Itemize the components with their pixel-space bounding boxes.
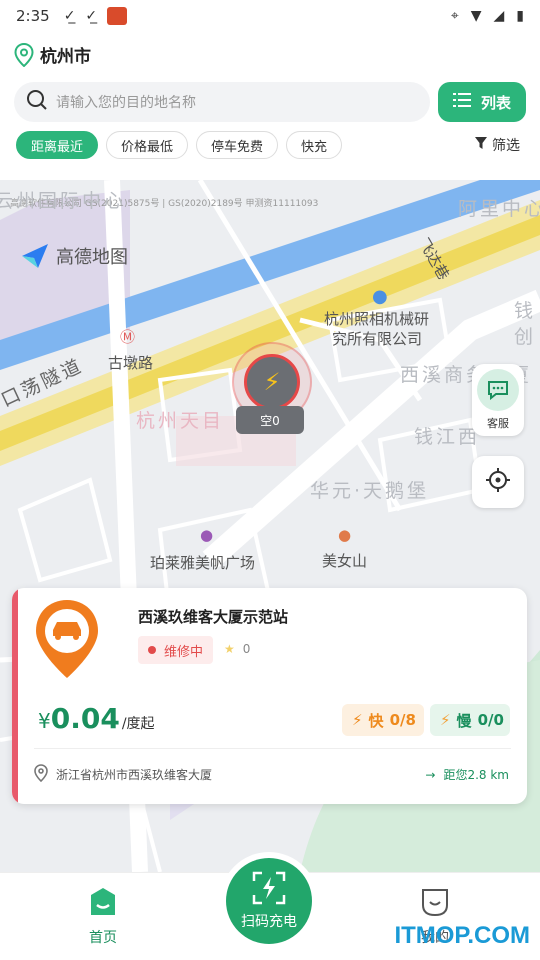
customer-service-button[interactable]: 客服: [472, 364, 524, 436]
map-label-chuang: 创: [514, 326, 537, 348]
status-badge: 维修中: [138, 636, 214, 664]
map-label-gudun: 古墩路: [108, 354, 154, 372]
filter-button[interactable]: 筛选: [474, 135, 520, 155]
search-input[interactable]: 请输入您的目的地名称: [14, 82, 430, 122]
scan-charge-circle: 扫码充电: [226, 858, 312, 944]
list-button-label: 列表: [480, 93, 511, 112]
scan-icon: [252, 871, 286, 909]
home-icon: [87, 887, 119, 921]
slow-charger-count: ⚡ 慢 0/0: [430, 704, 510, 736]
scenic-icon: ●: [338, 526, 352, 544]
poi-pin-icon: ●: [372, 286, 388, 307]
battery-icon: ▮: [516, 8, 524, 24]
card-accent-bar: [12, 588, 18, 804]
station-address: 浙江省杭州市西溪玖维客大厦: [34, 764, 212, 785]
location-pin-icon: [14, 42, 34, 67]
wifi-icon: ▼: [470, 8, 482, 24]
map-label-zhaoxiang-2: 究所有限公司: [332, 330, 423, 348]
chip-nearest[interactable]: 距离最近: [16, 131, 99, 159]
marker-availability-tag: 空0: [236, 406, 304, 434]
chip-lowest-price[interactable]: 价格最低: [106, 131, 189, 159]
address-pin-icon: [34, 764, 48, 785]
fast-count: 0/8: [389, 711, 416, 729]
city-selector[interactable]: 杭州市: [14, 42, 91, 67]
slow-label: 慢: [456, 711, 472, 730]
map-label-tianmu: 杭州天目: [136, 410, 225, 432]
navigate-distance[interactable]: → 距您2.8 km: [425, 766, 509, 783]
customer-service-label: 客服: [487, 417, 509, 430]
fast-label: 快: [368, 711, 384, 730]
station-name: 西溪玖维客大厦示范站: [138, 608, 289, 626]
station-car-pin-icon: [34, 598, 100, 680]
locate-me-button[interactable]: [472, 456, 524, 508]
fast-bolt-icon: ⚡: [352, 711, 363, 729]
gaode-logo-text: 高德地图: [56, 247, 128, 268]
star-icon: ★: [224, 642, 235, 656]
metro-icon: Ⓜ: [120, 328, 136, 346]
distance-text: 距您2.8 km: [443, 768, 509, 782]
slow-count: 0/0: [477, 711, 504, 729]
price-currency: ¥: [38, 709, 51, 733]
station-rating: ★ 0: [224, 642, 250, 656]
download-done-icon: ✓̲: [63, 8, 76, 24]
app-notification-icon: [107, 7, 128, 25]
map-label-top-left: 云州国际中心: [0, 190, 127, 212]
slow-bolt-icon: ⚡: [440, 711, 451, 729]
price-unit: /度起: [121, 716, 155, 732]
filter-label: 筛选: [492, 138, 520, 154]
status-text: 维修中: [164, 644, 204, 660]
price: ¥ 0.04 /度起: [38, 702, 155, 735]
signal-icon: ◢: [493, 8, 505, 24]
status-time: 2:35: [16, 7, 50, 25]
station-card[interactable]: 西溪玖维客大厦示范站 维修中 ★ 0 ¥ 0.04 /度起 ⚡ 快 0/8 ⚡ …: [12, 588, 527, 804]
map-label-qianjiang: 钱江西: [414, 426, 481, 448]
lightning-icon: ⚡: [244, 354, 300, 410]
tab-home-label: 首页: [89, 930, 117, 946]
card-divider: [34, 748, 511, 749]
tab-home[interactable]: 首页: [72, 887, 134, 947]
location-status-icon: ⌖: [450, 8, 459, 24]
map-label-qian: 钱: [514, 300, 537, 322]
search-icon: [26, 89, 48, 115]
crosshair-icon: [484, 466, 512, 498]
list-view-button[interactable]: 列表: [438, 82, 526, 122]
fast-charger-count: ⚡ 快 0/8: [342, 704, 424, 736]
gaode-logo: 高德地图: [20, 242, 128, 270]
search-placeholder: 请输入您的目的地名称: [56, 95, 196, 111]
map-label-zhaoxiang: 杭州照相机械研: [324, 310, 430, 328]
address-text: 浙江省杭州市西溪玖维客大厦: [56, 768, 213, 782]
chip-free-parking[interactable]: 停车免费: [196, 131, 279, 159]
chat-icon: [477, 369, 519, 411]
download-done-icon-2: ✓̲: [85, 8, 98, 24]
filter-chip-row: 距离最近 价格最低 停车免费 快充: [16, 131, 343, 159]
status-bar: 2:35 ✓̲ ✓̲ ⌖ ▼ ◢ ▮: [0, 0, 540, 32]
map-label-top-right: 阿里中心: [458, 198, 540, 220]
gaode-logo-icon: [22, 244, 48, 268]
map-label-plaza: 珀莱雅美帆广场: [150, 554, 256, 572]
chip-fast-charge[interactable]: 快充: [286, 131, 343, 159]
price-value: 0.04: [50, 702, 120, 735]
profile-icon: [419, 887, 451, 921]
rating-value: 0: [242, 642, 251, 656]
scan-charge-label: 扫码充电: [241, 914, 297, 930]
plaza-icon: ●: [200, 526, 214, 544]
status-dot-icon: [148, 646, 156, 654]
funnel-icon: [474, 136, 488, 154]
list-icon: [452, 93, 471, 111]
map-label-huayuan: 华元·天鹅堡: [310, 480, 430, 502]
scan-charge-button[interactable]: 扫码充电: [220, 852, 318, 950]
map-label-meinv: 美女山: [322, 552, 368, 570]
arrow-right-icon: →: [425, 767, 436, 782]
site-watermark: ITMOP.COM: [394, 922, 530, 949]
city-name: 杭州市: [40, 47, 91, 67]
